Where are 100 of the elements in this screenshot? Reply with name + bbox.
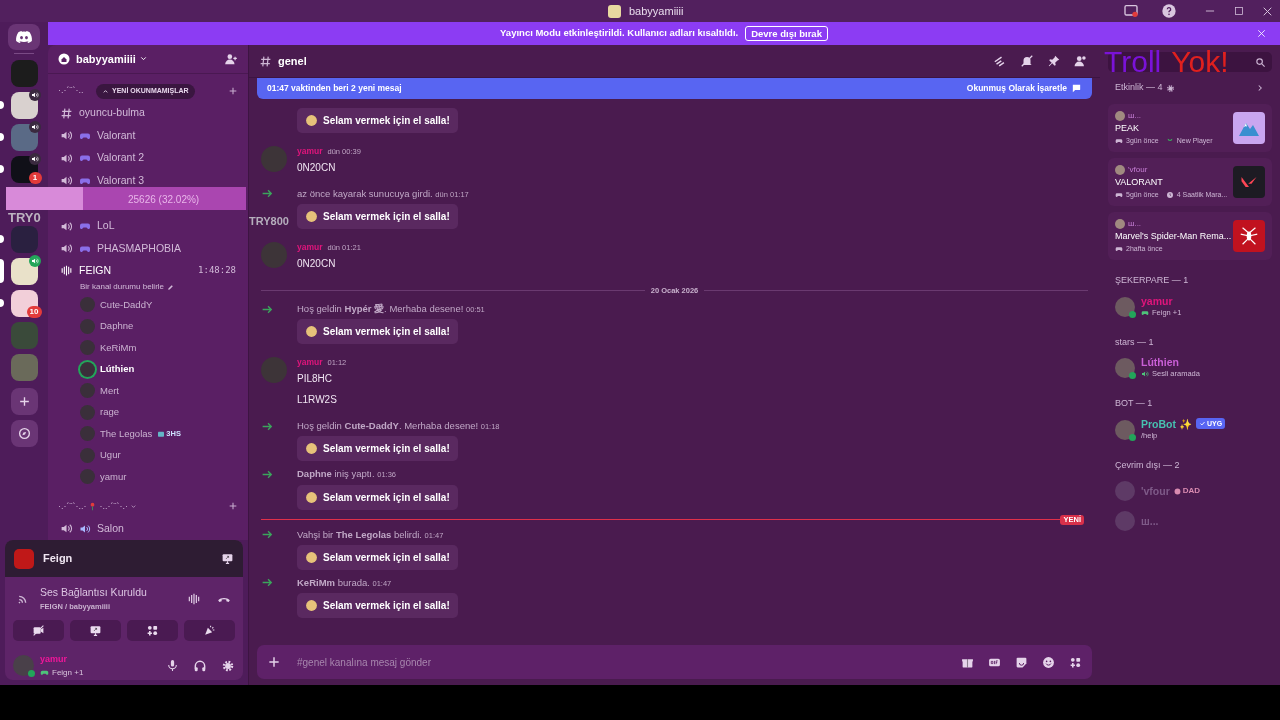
member-name[interactable]: Lúthien — [100, 362, 135, 377]
connection-status: Ses Bağlantısı Kuruldu — [40, 585, 147, 600]
camera-off-button[interactable] — [13, 620, 64, 641]
channel-name[interactable]: Valorant 2 — [97, 150, 145, 167]
maximize-icon[interactable] — [1233, 5, 1245, 17]
game-controller-icon — [40, 668, 49, 677]
wave-button[interactable]: Selam vermek için el salla! — [297, 204, 458, 229]
member-name[interactable]: Daphne — [100, 319, 134, 334]
message-text: PIL8HC — [297, 372, 333, 386]
member-name[interactable]: Cute-DaddY — [100, 297, 153, 312]
channel-name[interactable]: oyuncu-bulma — [79, 105, 145, 121]
mention-badge: 10 — [26, 305, 42, 318]
server-avatar[interactable] — [10, 91, 38, 119]
pin-icon[interactable] — [1047, 54, 1061, 68]
disable-button[interactable]: Devre dışı bırak — [745, 26, 828, 41]
channel-status[interactable]: Bir kanal durumu belirle — [80, 281, 165, 294]
wave-button[interactable]: Selam vermek için el salla! — [297, 544, 458, 570]
clan-tag: DAD — [1182, 485, 1201, 497]
wave-button[interactable]: Selam vermek için el salla! — [297, 484, 458, 510]
member-name[interactable]: The Legolas — [100, 426, 153, 441]
member-name[interactable]: Mert — [100, 383, 119, 398]
microphone-icon[interactable] — [166, 659, 179, 673]
group-header: BOT — 1 — [1114, 397, 1154, 410]
channel-name[interactable]: Valorant — [97, 127, 136, 144]
wave-button[interactable]: Selam vermek için el salla! — [297, 593, 458, 618]
server-name[interactable]: babyyamiiii — [76, 50, 136, 68]
channel-name[interactable]: Salon — [97, 520, 124, 537]
avatar — [261, 146, 287, 172]
group-header: ŞEKERPARE — 1 — [1114, 274, 1190, 287]
home-button[interactable] — [8, 24, 40, 50]
notification-off-icon[interactable] — [1020, 54, 1034, 68]
close-icon[interactable] — [1256, 28, 1267, 39]
add-server-button[interactable] — [10, 388, 38, 415]
category-label[interactable]: ·.·´¨`·.. — [58, 84, 84, 98]
overlay-label: TRY0 — [8, 211, 41, 224]
threads-icon[interactable] — [993, 54, 1007, 68]
home-icon — [58, 52, 70, 65]
game-controller-icon — [1141, 308, 1149, 317]
wave-button[interactable]: Selam vermek için el salla! — [297, 436, 458, 462]
settings-icon[interactable] — [221, 658, 235, 673]
channel-name[interactable]: PHASMAPHOBIA — [97, 240, 182, 257]
message-text: L1RW2S — [297, 393, 338, 407]
apps-icon[interactable] — [1069, 655, 1082, 669]
member-name: 'vfour — [1141, 485, 1170, 497]
member-name[interactable]: rage — [100, 405, 119, 420]
channel-name[interactable]: FEIGN — [79, 263, 112, 279]
activities-button[interactable] — [127, 620, 178, 641]
help-icon[interactable] — [1161, 3, 1177, 19]
screen-share-button[interactable] — [70, 620, 121, 641]
screen-share-icon — [89, 624, 102, 637]
message-input[interactable]: #genel kanalına mesaj gönder — [297, 654, 947, 670]
mark-read-link[interactable]: Okunmuş Olarak İşaretle — [966, 82, 1082, 95]
member-name[interactable]: KeRiMm — [100, 340, 137, 355]
camera-off-icon — [32, 624, 45, 637]
members-icon[interactable] — [1074, 54, 1088, 68]
member-name[interactable]: Ugur — [100, 448, 121, 463]
message-composer[interactable]: #genel kanalına mesaj gönder — [257, 645, 1092, 679]
explore-button[interactable] — [10, 420, 38, 447]
wave-button[interactable]: Selam vermek için el salla! — [297, 108, 458, 133]
pencil-icon[interactable] — [167, 283, 175, 291]
speaker-icon — [79, 522, 91, 535]
banner-text: Yayıncı Modu etkinleştirildi. Kullanıcı adları kısaltıldı. — [500, 26, 739, 41]
category-label[interactable]: ·.·´¨`·..· — [58, 499, 87, 514]
member-row[interactable]: 'vfour DAD — [1108, 476, 1272, 506]
channel-name[interactable]: LoL — [97, 218, 115, 234]
settings-icon[interactable] — [1165, 83, 1175, 93]
clock-icon — [1165, 190, 1174, 199]
section-header: Etkinlik — 4 — [1115, 81, 1163, 95]
screen-share-icon[interactable] — [1123, 3, 1139, 19]
message-text: 0N20CN — [297, 256, 337, 271]
soundboard-button[interactable] — [184, 620, 235, 641]
server-icon — [608, 4, 621, 18]
wave-button[interactable]: Selam vermek için el salla! — [297, 319, 458, 345]
member-name[interactable]: yamur — [100, 469, 127, 484]
new-messages-text: 01:47 vaktinden beri 2 yeni mesaj — [267, 82, 402, 95]
add-person-icon[interactable] — [224, 51, 238, 66]
avatar — [261, 357, 287, 384]
member-name: yamur — [1141, 294, 1173, 307]
stream-name[interactable]: Feign — [43, 550, 73, 567]
plus-icon[interactable] — [228, 85, 238, 96]
server-avatar[interactable] — [10, 257, 38, 285]
activity-title: PEAK — [1115, 122, 1140, 135]
category-label[interactable]: ·..·´¨`·.· — [99, 499, 128, 514]
stage-icon — [60, 264, 73, 278]
channel-name[interactable]: Valorant 3 — [97, 172, 145, 189]
compass-icon — [17, 427, 31, 440]
plus-icon[interactable] — [228, 501, 238, 512]
avatar — [1115, 219, 1125, 229]
new-messages-bar[interactable]: 01:47 vaktinden beri 2 yeni mesaj Okunmuş Olarak İşaretle — [257, 78, 1092, 99]
plus-icon[interactable] — [267, 655, 281, 669]
game-controller-icon — [1115, 136, 1123, 145]
screen-share-icon[interactable] — [221, 552, 234, 565]
emoji-icon[interactable] — [1042, 655, 1055, 669]
speaker-icon — [1141, 370, 1149, 378]
sticker-icon[interactable] — [1015, 655, 1028, 669]
call-timer: 1:48:28 — [198, 264, 236, 278]
headset-icon[interactable] — [193, 658, 207, 673]
sticker-icon — [305, 442, 318, 456]
soundboard-icon[interactable] — [187, 591, 201, 606]
sticker-icon — [305, 325, 318, 339]
